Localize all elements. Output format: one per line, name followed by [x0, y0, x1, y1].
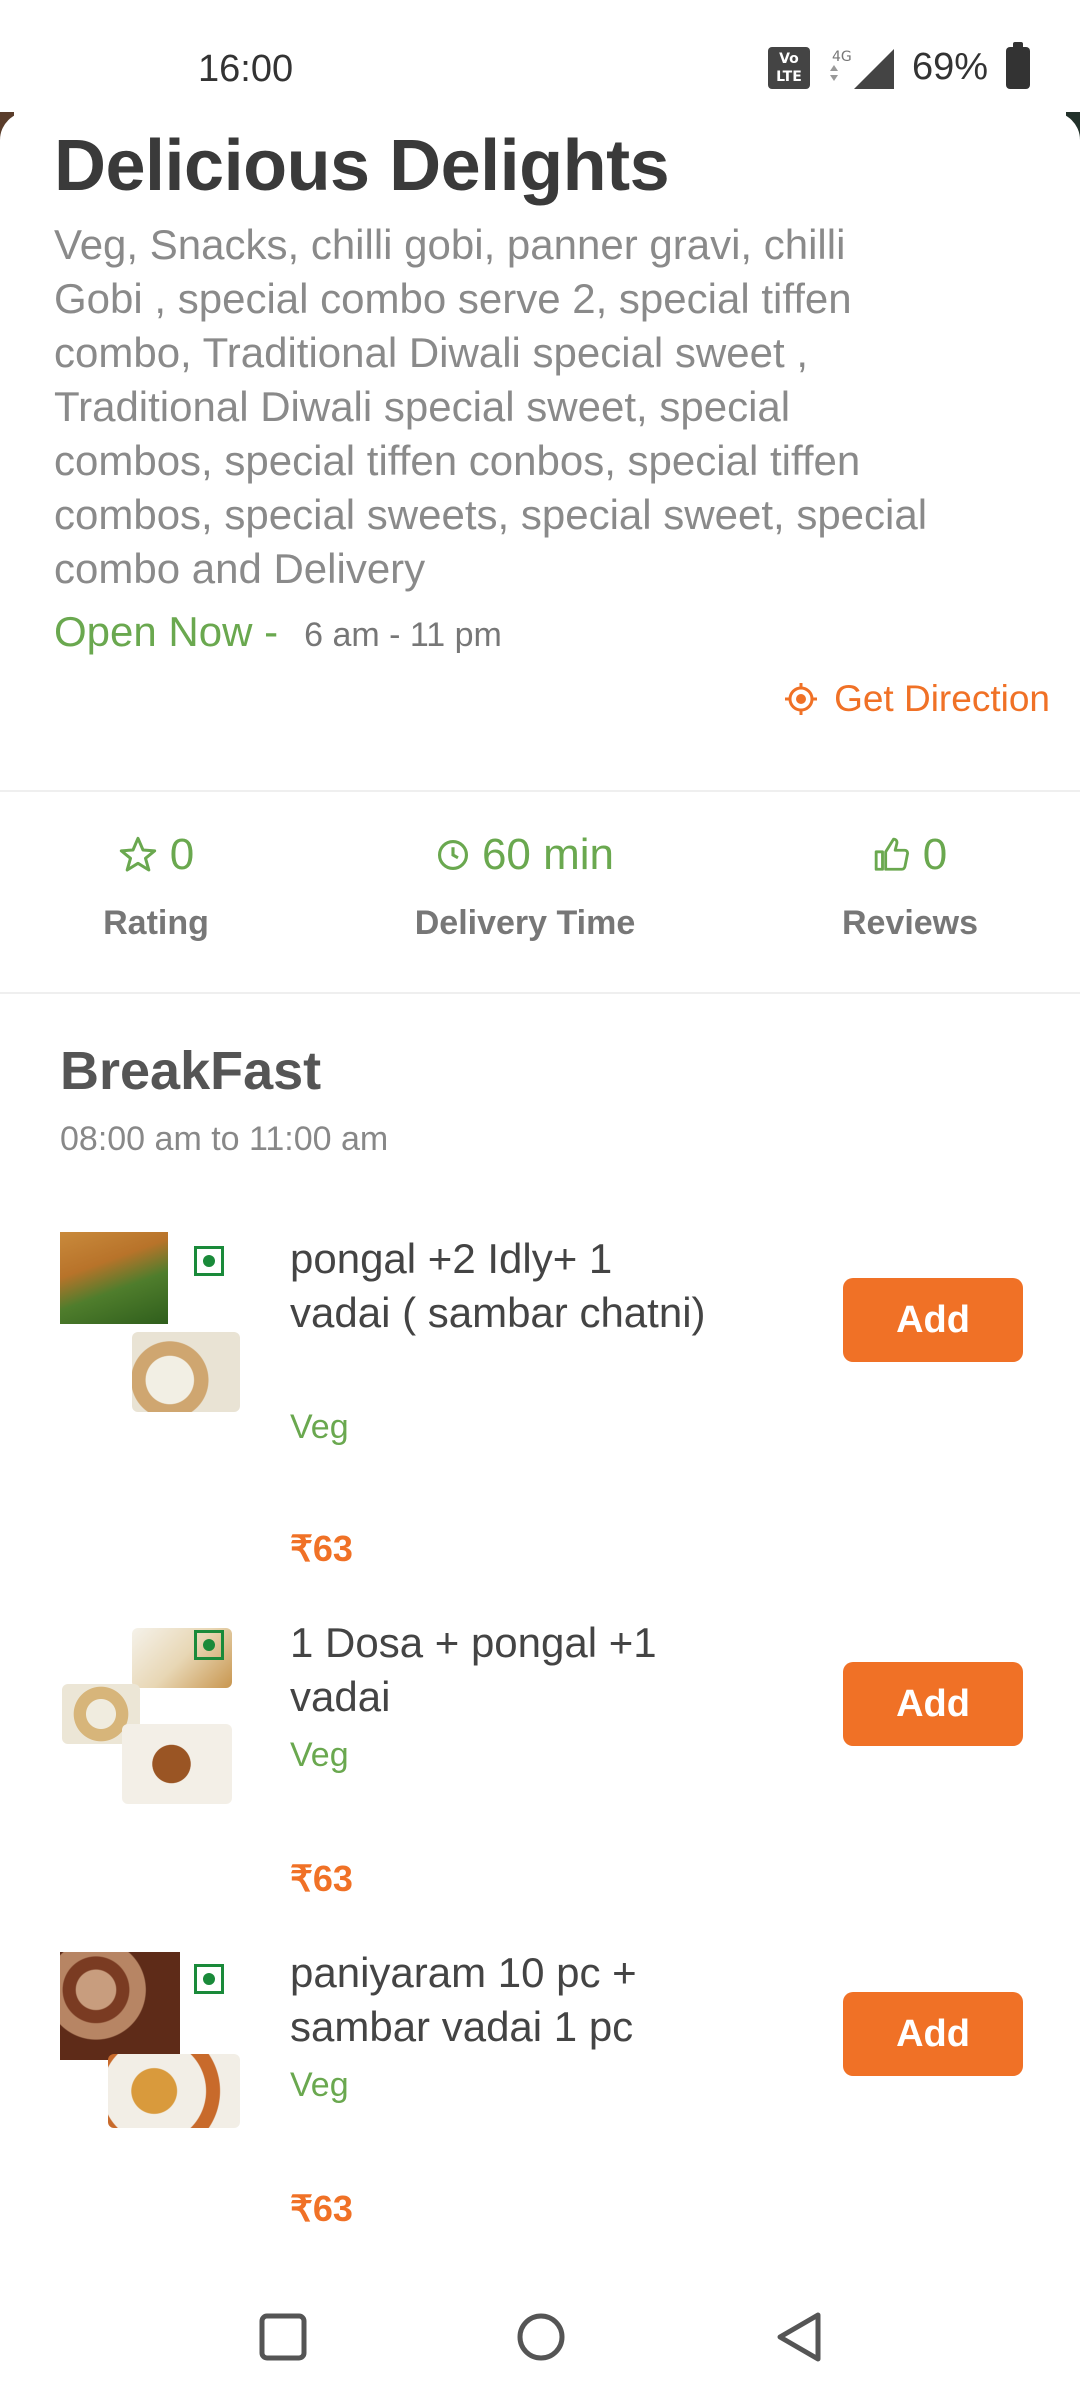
item-price: ₹63	[290, 1528, 353, 1569]
item-price: ₹63	[290, 2188, 353, 2229]
restaurant-tags: Veg, Snacks, chilli gobi, panner gravi, …	[54, 221, 928, 592]
reviews-value: 0	[922, 830, 948, 879]
add-button[interactable]: Add	[843, 1278, 1023, 1362]
menu-item: 1 Dosa + pongal +1 vadai Veg ₹63 Add	[0, 1616, 1080, 1906]
item-name: pongal +2 Idly+ 1 vadai ( sambar chatni)	[290, 1235, 706, 1336]
open-status-row: Open Now - 6 am - 11 pm	[54, 608, 502, 656]
divider	[0, 790, 1080, 792]
restaurant-name: Delicious Delights	[54, 126, 670, 206]
home-circle-icon[interactable]	[514, 2310, 568, 2364]
status-time: 16:00	[198, 48, 294, 90]
delivery-time-value: 60 min	[481, 830, 615, 879]
rating-value: 0	[169, 830, 195, 879]
item-type: Veg	[290, 1408, 349, 1446]
svg-text:4G: 4G	[832, 49, 852, 65]
food-image	[122, 1724, 232, 1804]
food-image	[60, 1232, 168, 1324]
volte-icon: Vo LTE	[767, 46, 810, 89]
status-bar: 16:00 Vo LTE 4G 69%	[0, 0, 1080, 130]
back-triangle-icon[interactable]	[774, 2310, 826, 2364]
divider	[0, 992, 1080, 994]
rating-stat: 0 Rating	[56, 830, 256, 943]
open-status: Open Now -	[54, 608, 279, 655]
veg-indicator-icon	[194, 1630, 224, 1660]
get-direction-label: Get Direction	[834, 678, 1050, 719]
add-button[interactable]: Add	[843, 1662, 1023, 1746]
thumbs-up-icon	[874, 837, 909, 871]
delivery-time-stat: 60 min Delivery Time	[390, 830, 660, 943]
stats-row: 0 Rating 60 min Delivery Time 0 Reviews	[0, 830, 1080, 960]
clock-icon	[437, 839, 468, 871]
battery-percent: 69%	[911, 46, 988, 88]
system-navigation-bar	[0, 2268, 1080, 2400]
veg-indicator-icon	[194, 1246, 224, 1276]
food-image	[132, 1332, 240, 1412]
location-target-icon	[785, 683, 818, 715]
add-button[interactable]: Add	[843, 1992, 1023, 2076]
reviews-label: Reviews	[841, 904, 979, 942]
menu-item: paniyaram 10 pc + sambar vadai 1 pc Veg …	[0, 1946, 1080, 2236]
battery-icon	[1006, 41, 1030, 89]
veg-indicator-icon	[194, 1964, 224, 1994]
menu-section-time: 08:00 am to 11:00 am	[60, 1120, 389, 1158]
rating-label: Rating	[103, 904, 209, 942]
item-type: Veg	[290, 2066, 349, 2104]
item-type: Veg	[290, 1736, 349, 1774]
food-image	[108, 2054, 240, 2128]
reviews-stat: 0 Reviews	[810, 830, 1010, 943]
get-direction-button[interactable]: Get Direction	[784, 678, 1050, 720]
menu-item: pongal +2 Idly+ 1 vadai ( sambar chatni)…	[0, 1232, 1080, 1572]
opening-hours: 6 am - 11 pm	[304, 616, 502, 654]
star-outline-icon	[119, 836, 156, 872]
status-icons: Vo LTE 4G 69%	[767, 41, 1030, 89]
menu-section-title: BreakFast	[60, 1041, 322, 1101]
item-price: ₹63	[290, 1858, 353, 1899]
item-name: 1 Dosa + pongal +1 vadai	[290, 1619, 657, 1720]
recents-square-icon[interactable]	[258, 2312, 308, 2362]
signal-4g-icon: 4G	[829, 48, 894, 89]
item-name: paniyaram 10 pc + sambar vadai 1 pc	[290, 1949, 637, 2050]
food-image	[60, 1952, 180, 2060]
delivery-time-label: Delivery Time	[414, 904, 636, 942]
